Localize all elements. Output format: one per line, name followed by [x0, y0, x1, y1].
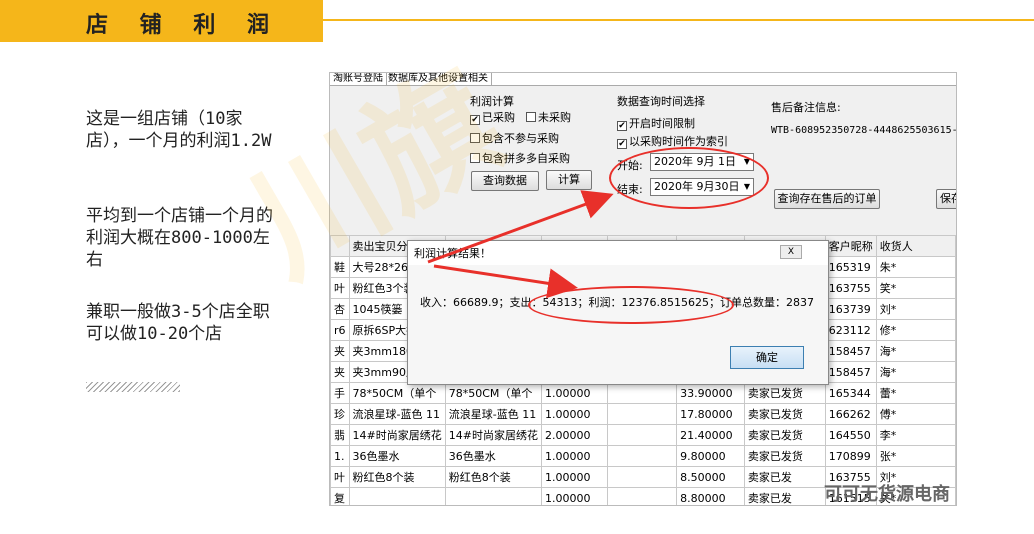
footer-brand: 可可无货源电商: [824, 484, 950, 505]
annotation-arrows: [427, 190, 614, 299]
arrow-to-profit: [433, 264, 578, 299]
arrow-to-dates: [427, 190, 614, 264]
